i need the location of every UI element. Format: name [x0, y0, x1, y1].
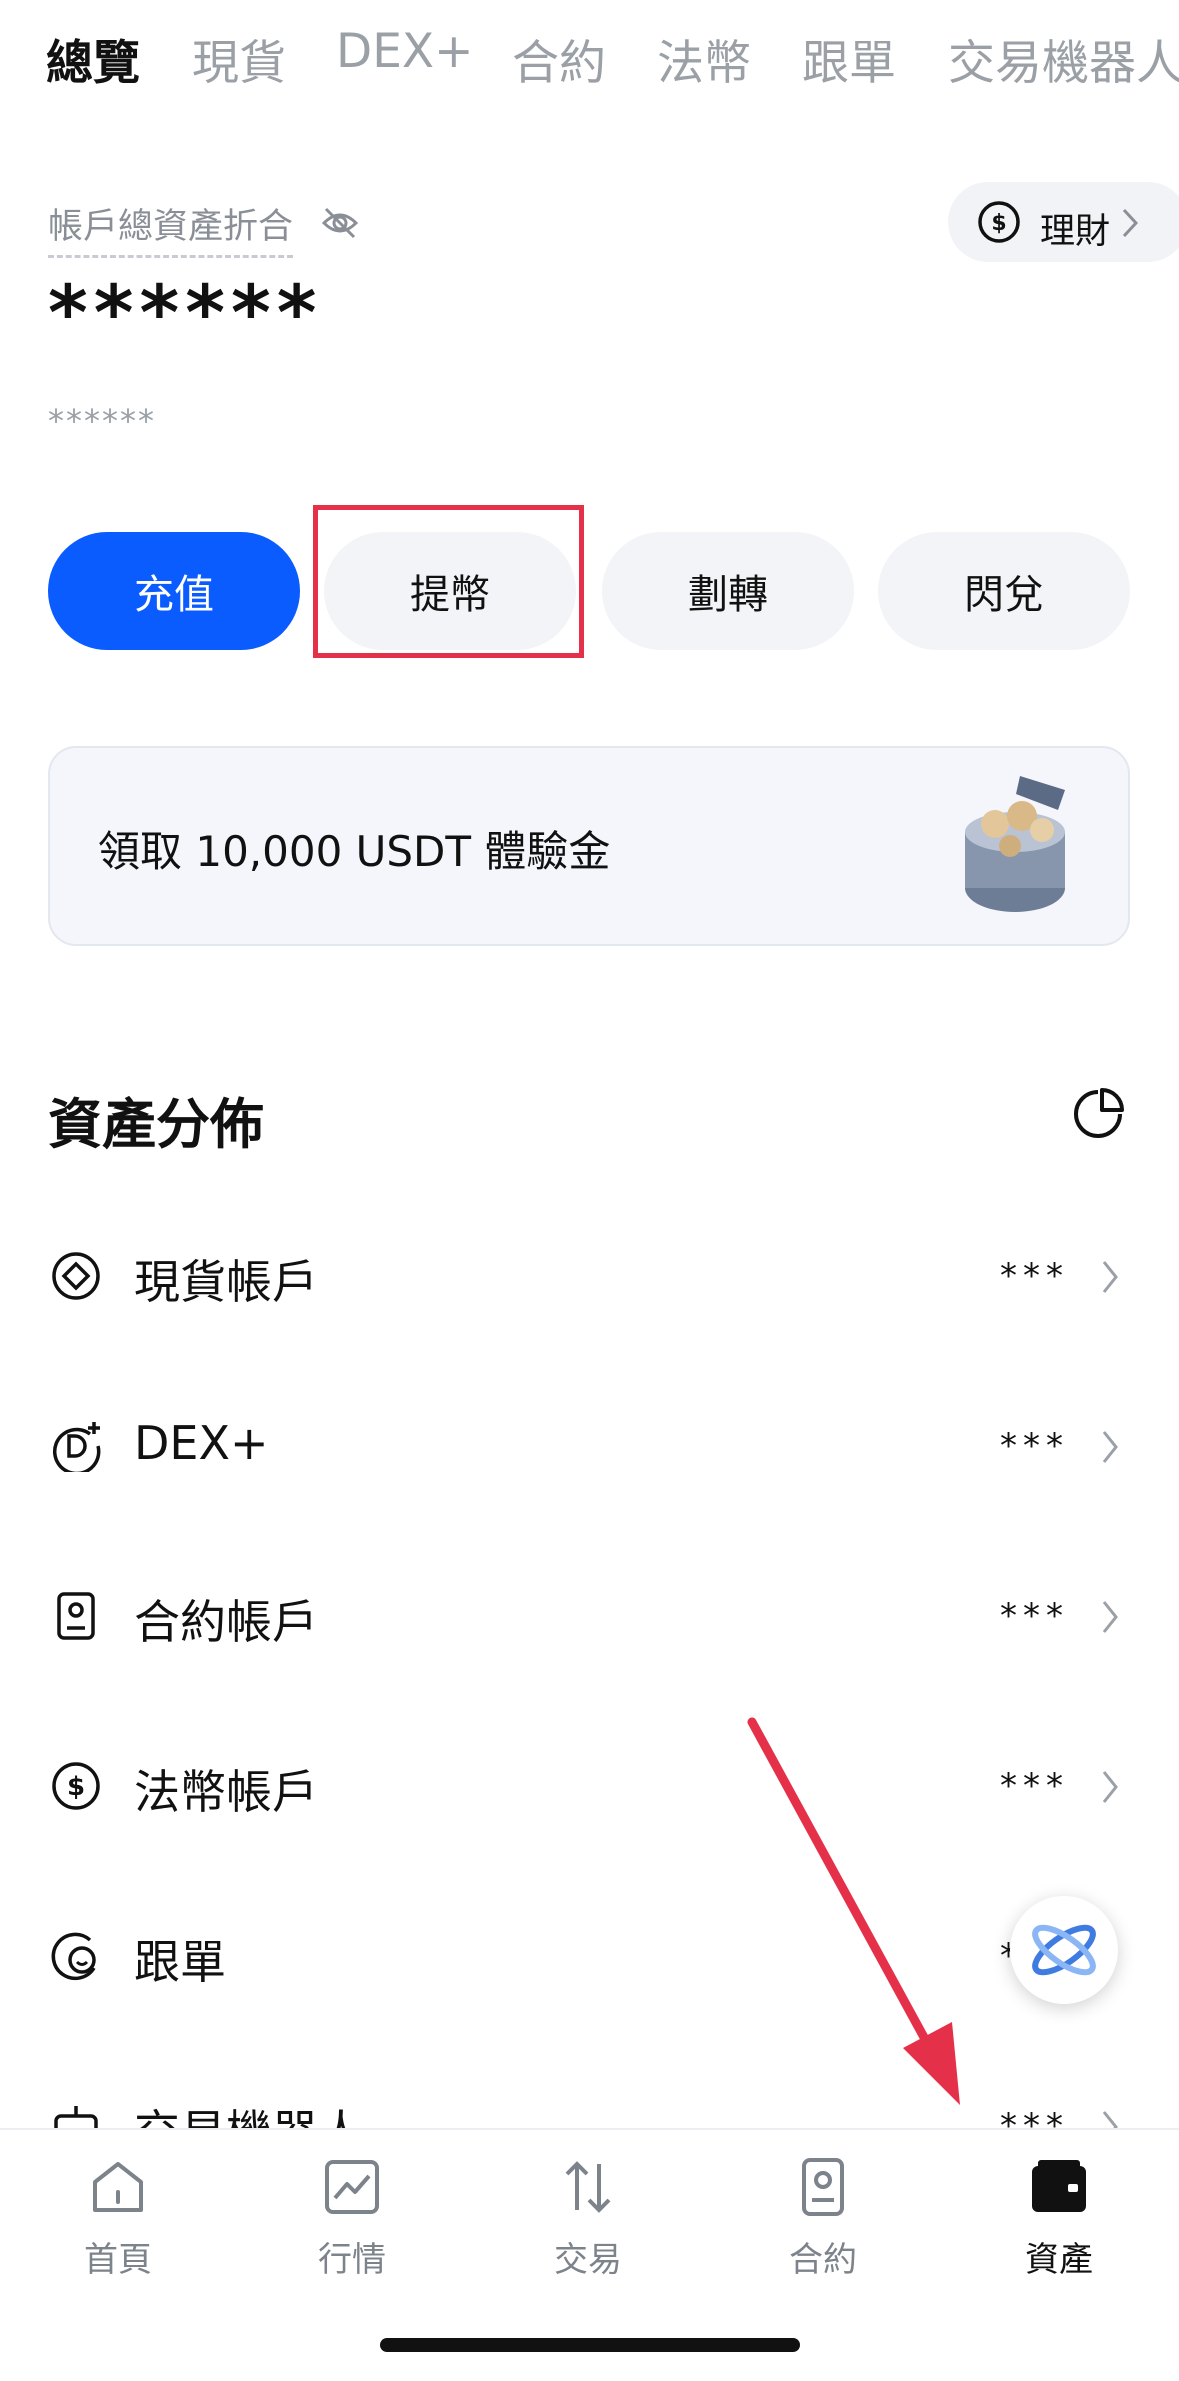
row-value-masked: ***: [1000, 1256, 1069, 1296]
tab-spot[interactable]: 現貨: [192, 24, 286, 93]
tab-copy-trading[interactable]: 跟單: [802, 24, 896, 93]
nav-futures[interactable]: 合約: [743, 2156, 903, 2281]
tab-dex[interactable]: DEX+: [336, 24, 473, 79]
row-label: 合約帳戶: [134, 1595, 318, 1649]
wealth-label: 理財: [1040, 212, 1111, 252]
transfer-button[interactable]: 劃轉: [602, 532, 854, 650]
home-indicator: [380, 2338, 800, 2352]
top-tab-bar: 總覽 現貨 DEX+ 合約 法幣 跟單 交易機器人: [0, 0, 1179, 120]
planet-logo-icon: [1032, 1924, 1096, 1976]
chevron-right-icon: [1102, 2111, 1118, 2128]
row-value-masked: ***: [1000, 1426, 1069, 1466]
list-item-copy-trading[interactable]: 跟單 *: [0, 1896, 1179, 2016]
nav-label: 資產: [1025, 2240, 1093, 2280]
row-label: 現貨帳戶: [134, 1255, 318, 1309]
svg-text:$: $: [991, 211, 1006, 236]
chevron-right-icon: [1102, 1601, 1118, 1633]
tab-fiat[interactable]: 法幣: [657, 24, 751, 93]
trade-arrows-icon: [565, 2161, 611, 2213]
contract-icon: [802, 2158, 844, 2216]
contract-doc-icon: [57, 1592, 95, 1640]
row-value-masked: ***: [1000, 2106, 1069, 2128]
nav-home[interactable]: 首頁: [38, 2156, 198, 2281]
list-item-spot-account[interactable]: 現貨帳戶 ***: [0, 1216, 1179, 1336]
annotation-arrow: [747, 1717, 960, 2105]
dollar-circle-icon: $: [52, 1762, 100, 1810]
annotation-highlight-box: [313, 505, 584, 658]
home-icon: [93, 2162, 143, 2212]
total-balance-masked: ******: [48, 268, 323, 357]
svg-text:$: $: [67, 1772, 85, 1802]
list-item-trading-bot[interactable]: 交易機器人 ***: [0, 2066, 1179, 2128]
row-label: 法幣帳戶: [134, 1765, 318, 1819]
chart-icon: [325, 2160, 379, 2214]
dex-plus-icon: [52, 1422, 101, 1472]
floating-assistant-button[interactable]: [1010, 1896, 1118, 2004]
nav-label: 交易: [554, 2240, 622, 2280]
nav-label: 首頁: [84, 2240, 152, 2280]
tab-trading-bot[interactable]: 交易機器人: [948, 24, 1179, 93]
bot-icon: [54, 2106, 98, 2128]
list-item-futures-account[interactable]: 合約帳戶 ***: [0, 1556, 1179, 1676]
chevron-right-icon: [1122, 208, 1139, 238]
row-label: 跟單: [134, 1935, 226, 1989]
chevron-right-icon: [1102, 1431, 1118, 1463]
nav-assets[interactable]: 資產: [979, 2156, 1139, 2281]
eye-off-icon[interactable]: [320, 203, 360, 243]
dollar-coin-icon: $: [978, 201, 1020, 243]
treasure-box-icon: [965, 776, 1065, 912]
pie-chart-icon[interactable]: [1070, 1086, 1126, 1142]
row-label: 交易機器人: [134, 2096, 364, 2128]
list-item-fiat-account[interactable]: $ 法幣帳戶 ***: [0, 1726, 1179, 1846]
copy-trade-icon: [51, 1932, 96, 1981]
chevron-right-icon: [1102, 1261, 1118, 1293]
asset-distribution-title: 資產分佈: [48, 1093, 264, 1156]
diamond-circle-icon: [52, 1252, 100, 1300]
nav-markets[interactable]: 行情: [272, 2156, 432, 2281]
tab-futures[interactable]: 合約: [512, 24, 606, 93]
nav-trade[interactable]: 交易: [508, 2156, 668, 2281]
promo-text: 領取 10,000 USDT 體驗金: [98, 827, 611, 876]
total-assets-label[interactable]: 帳戶總資產折合: [48, 198, 294, 258]
row-value-masked: ***: [1000, 1766, 1069, 1806]
wallet-icon: [1032, 2160, 1086, 2212]
row-label: DEX+: [134, 1416, 269, 1470]
convert-button[interactable]: 閃兌: [878, 532, 1130, 650]
nav-label: 行情: [318, 2240, 386, 2280]
list-item-dex[interactable]: DEX+ ***: [0, 1386, 1179, 1506]
chevron-right-icon: [1102, 1771, 1118, 1803]
sub-balance-masked: ******: [48, 402, 156, 440]
row-value-masked: ***: [1000, 1596, 1069, 1636]
tab-overview[interactable]: 總覽: [46, 24, 140, 93]
nav-label: 合約: [789, 2240, 857, 2280]
deposit-button[interactable]: 充值: [48, 532, 300, 650]
